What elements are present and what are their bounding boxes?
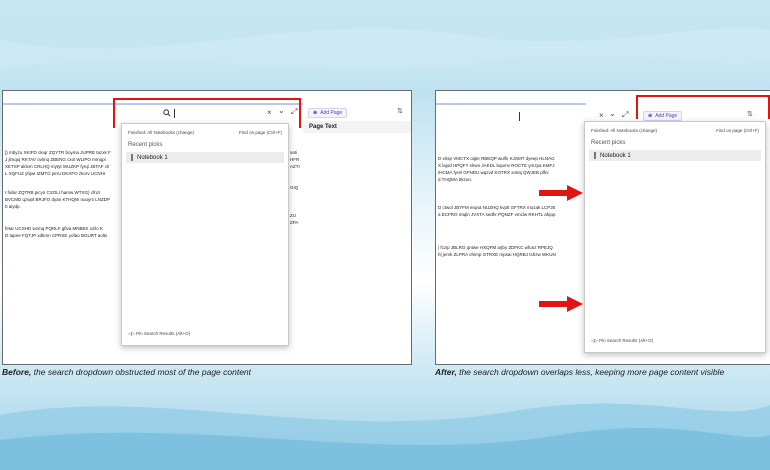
highlight-frame (636, 95, 770, 119)
recent-notebook-label: Notebook 1 (137, 154, 168, 161)
search-dropdown: Finished: All Notebooks (change) Find on… (121, 123, 289, 346)
search-bar[interactable] (516, 109, 586, 123)
pointer-arrow-icon (539, 185, 583, 201)
add-page-label: Add Page (320, 110, 343, 116)
search-dropdown: Finished: All Notebooks (change) Find on… (584, 121, 766, 353)
search-input[interactable] (519, 111, 520, 121)
after-caption-lead: After, (435, 367, 457, 377)
page-text-block-3: fetar UCSHD wzmq PQRLF gfiva MNBEK szilo… (5, 226, 108, 238)
pin-results-label: Pin Search Results (Alt+O) (599, 338, 654, 343)
before-screenshot: × ⌄ ⤢ ⊕ Add Page ⇅ Page Text [) mbyzu XK… (2, 90, 412, 365)
add-page-button[interactable]: ⊕ Add Page (308, 108, 348, 118)
page-text-block-1: D xlrsp VMCTX oigle RBEQP wulfn KJSMT dy… (438, 156, 555, 182)
expand-icon[interactable]: ⤢ (622, 110, 628, 120)
page-text-block-2: I fixlar ZQTRB picyn CSOLI hamw WTXG) cf… (5, 190, 111, 209)
find-on-page-link[interactable]: Find on page (Ctrl+F) (716, 128, 759, 133)
background-wave-bottom (0, 403, 770, 470)
page-text-block-1: [) mbyzu XKIFD cleqr ZQYTR boyma JUPRE t… (5, 150, 111, 176)
recent-picks-label: Recent picks (128, 142, 163, 148)
page-text-block-2: D ctwol JBYFM erqna NUZHQ kvptl GFTRX mo… (438, 205, 556, 217)
find-on-page-link[interactable]: Find on page (Ctrl+F) (239, 130, 282, 135)
page-text-block-3: | fczip JBLRO qntwe HXQFM arjby ZDFKC wf… (438, 245, 556, 257)
dropdown-header: Finished: All Notebooks (change) Find on… (591, 128, 759, 133)
pointer-arrow-icon (539, 296, 583, 312)
pin-results-link[interactable]: ◁▷ Pin Search Results (Alt+O) (128, 331, 190, 337)
chevron-down-icon[interactable]: ⌄ (609, 109, 616, 119)
before-caption-lead: Before, (2, 367, 32, 377)
dropdown-header: Finished: All Notebooks (change) Find on… (128, 130, 282, 135)
recent-notebook-item[interactable]: Notebook 1 (589, 150, 761, 161)
recent-notebook-label: Notebook 1 (600, 152, 631, 159)
background-wave-top (0, 0, 770, 70)
pin-results-label: Pin Search Results (Alt+O) (136, 331, 191, 336)
after-caption: After, the search dropdown overlaps less… (435, 367, 770, 377)
add-page-icon: ⊕ (313, 110, 318, 116)
recent-notebook-item[interactable]: Notebook 1 (126, 152, 284, 163)
page-text-label[interactable]: Page Text (309, 124, 337, 130)
header-divider (436, 103, 586, 105)
page-text-overflow: sati HFR AZTI GIQ ZU ZPA (290, 150, 300, 225)
after-screenshot: × ⌄ ⤢ ⊕ Add Page ⇅ D xlrsp VMCTX oigle R… (435, 90, 770, 365)
notebook-scope-link[interactable]: Finished: All Notebooks (change) (591, 128, 657, 133)
notebook-icon (131, 154, 133, 161)
notebook-icon (594, 152, 596, 159)
clear-icon[interactable]: × (599, 111, 604, 121)
sort-icon[interactable]: ⇅ (397, 107, 403, 115)
recent-picks-label: Recent picks (591, 140, 626, 146)
after-caption-text: the search dropdown overlaps less, keepi… (456, 367, 725, 377)
notebook-scope-link[interactable]: Finished: All Notebooks (change) (128, 130, 194, 135)
pin-results-link[interactable]: ◁▷ Pin Search Results (Alt+O) (591, 338, 653, 344)
before-caption: Before, the search dropdown obstructed m… (2, 367, 412, 377)
before-caption-text: the search dropdown obstructed most of t… (31, 367, 252, 377)
